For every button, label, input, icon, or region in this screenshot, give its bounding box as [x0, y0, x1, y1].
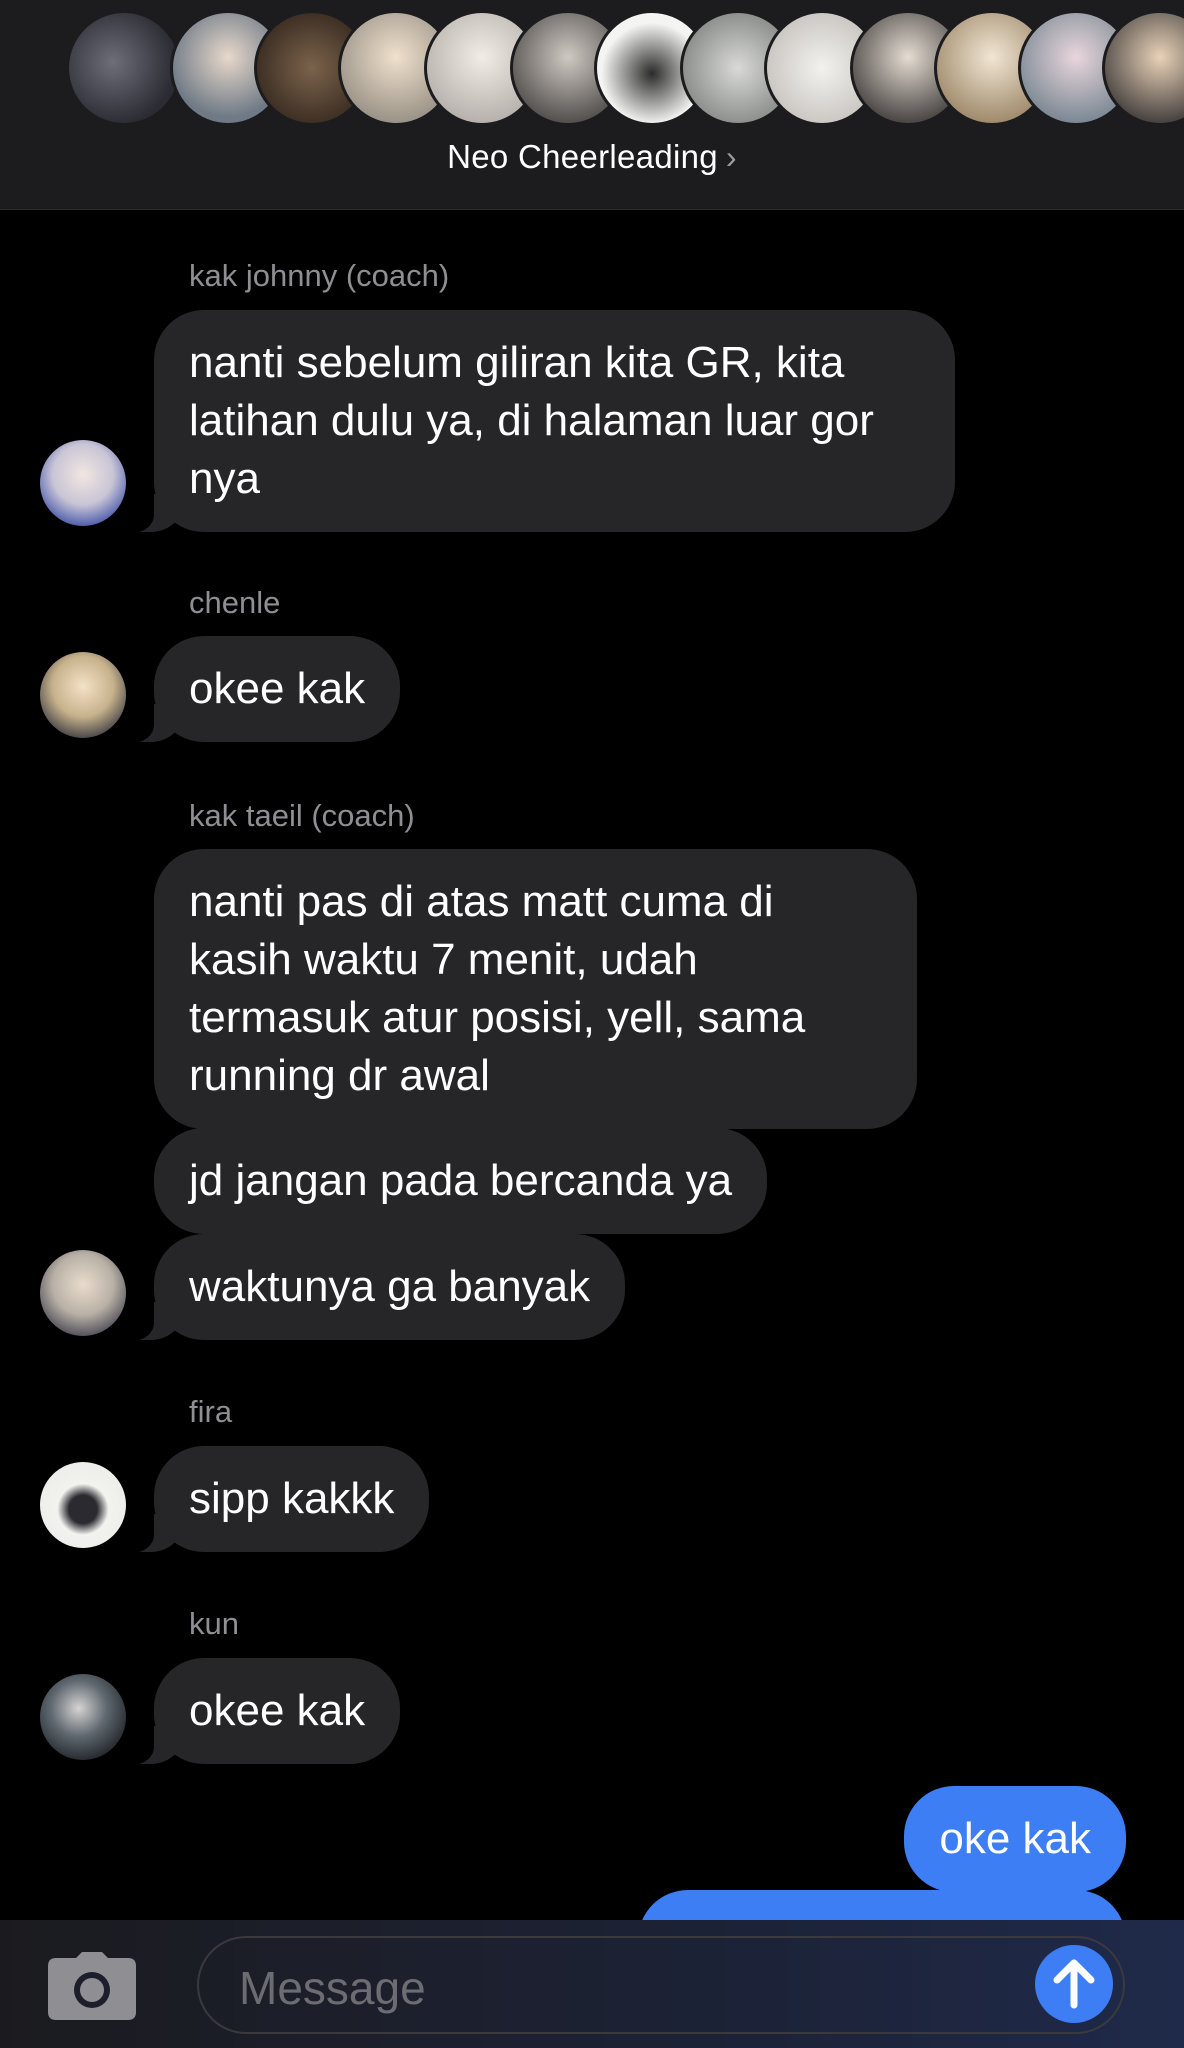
message-input[interactable]: Message	[197, 1936, 1125, 2034]
incoming-message-bubble[interactable]: nanti pas di atas matt cuma di kasih wak…	[154, 849, 917, 1129]
camera-icon[interactable]	[48, 1952, 136, 2020]
sender-avatar[interactable]	[40, 1250, 126, 1336]
message-composer: Message	[0, 1920, 1184, 2048]
sender-name: kak johnny (coach)	[189, 258, 450, 293]
incoming-message-bubble[interactable]: nanti sebelum giliran kita GR, kita lati…	[120, 310, 955, 533]
arrow-up-icon	[1053, 1959, 1095, 2009]
sender-avatar[interactable]	[40, 652, 126, 738]
member-avatar[interactable]	[66, 10, 182, 126]
sender-avatar[interactable]	[40, 440, 126, 526]
incoming-message-bubble[interactable]: waktunya ga banyak	[119, 1234, 626, 1341]
sender-avatar[interactable]	[40, 1462, 126, 1548]
send-button[interactable]	[1035, 1945, 1113, 2023]
message-placeholder: Message	[239, 1962, 426, 2014]
group-member-avatars[interactable]	[0, 10, 1184, 128]
incoming-message-bubble[interactable]: jd jangan pada bercanda ya	[154, 1128, 768, 1234]
sender-name: kak taeil (coach)	[189, 798, 415, 833]
sender-name: chenle	[189, 585, 281, 620]
outgoing-message-bubble[interactable]: oke kak	[904, 1786, 1126, 1892]
incoming-message-bubble[interactable]: okee kak	[119, 1658, 401, 1765]
group-name-button[interactable]: Neo Cheerleading ›	[0, 138, 1184, 176]
incoming-message-bubble[interactable]: okee kak	[119, 636, 401, 743]
chevron-right-icon: ›	[725, 139, 737, 175]
group-name-label: Neo Cheerleading	[447, 138, 718, 175]
incoming-message-bubble[interactable]: sipp kakkk	[119, 1446, 430, 1553]
sender-name: fira	[189, 1394, 233, 1429]
sender-avatar[interactable]	[40, 1674, 126, 1760]
sender-name: kun	[189, 1606, 239, 1641]
conversation-header: Neo Cheerleading ›	[0, 0, 1184, 210]
